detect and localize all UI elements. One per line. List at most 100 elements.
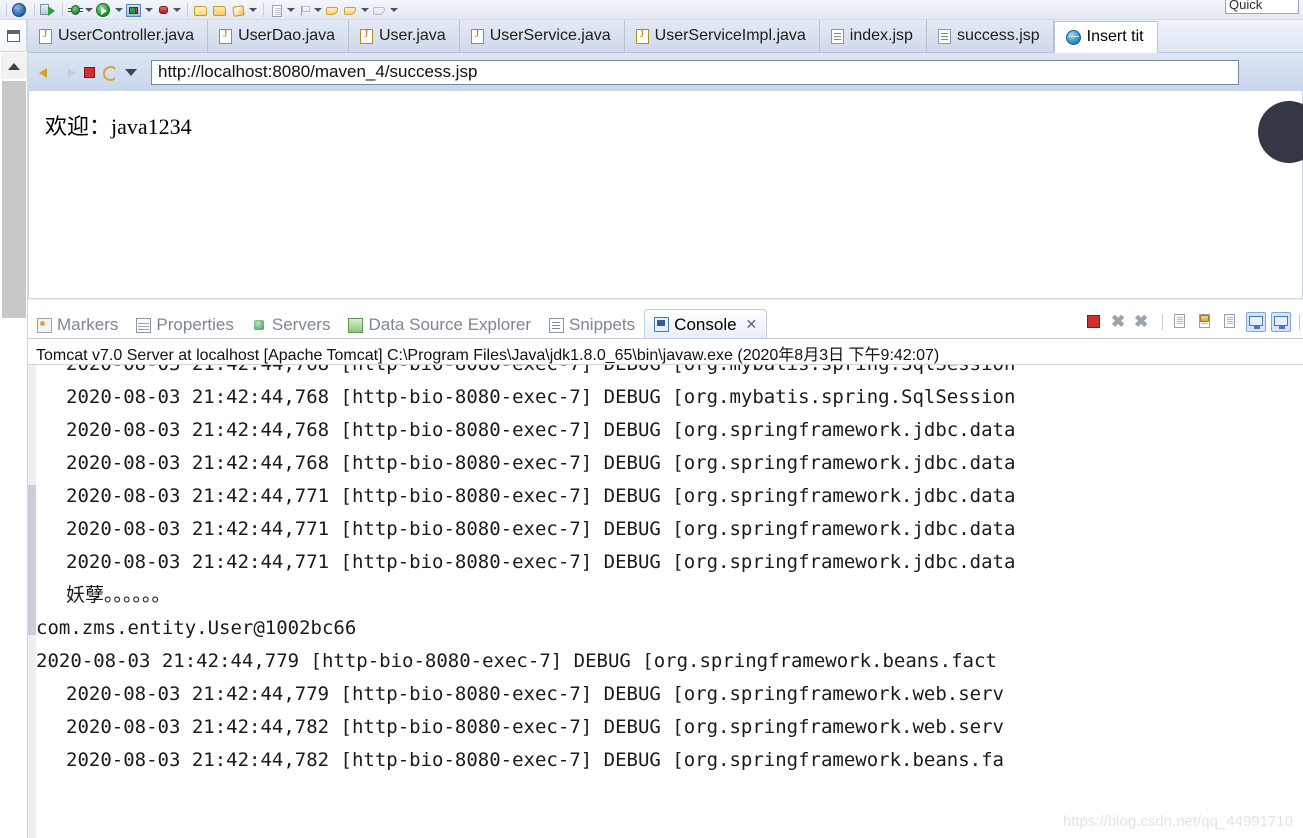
pencil-icon[interactable] bbox=[231, 4, 247, 18]
editor-tab-userserviceimpl[interactable]: UserServiceImpl.java bbox=[625, 20, 820, 52]
editor-tab-label: success.jsp bbox=[957, 27, 1040, 45]
document-icon[interactable] bbox=[269, 4, 285, 18]
callout-right-icon[interactable] bbox=[343, 4, 359, 18]
markers-icon bbox=[37, 318, 52, 333]
editor-tab-success-jsp[interactable]: success.jsp bbox=[927, 20, 1054, 52]
scroll-lock-button[interactable] bbox=[1196, 312, 1216, 332]
chevron-up-icon bbox=[8, 63, 20, 70]
data-source-icon bbox=[348, 318, 363, 333]
remove-launch-button[interactable]: ✖ bbox=[1109, 312, 1129, 332]
restore-icon bbox=[7, 30, 20, 42]
callout-left-icon[interactable] bbox=[325, 4, 341, 18]
editor-tab-userdao[interactable]: UserDao.java bbox=[208, 20, 349, 52]
debug-icon[interactable] bbox=[12, 2, 29, 18]
editor-tab-index-jsp[interactable]: index.jsp bbox=[820, 20, 927, 52]
editor-tab-usercontroller[interactable]: UserController.java bbox=[28, 20, 208, 52]
chevron-down-icon[interactable] bbox=[313, 2, 322, 18]
back-icon[interactable] bbox=[38, 64, 54, 80]
java-file-icon bbox=[39, 29, 52, 44]
toolbar-separator bbox=[34, 3, 35, 17]
console-line: com.zms.entity.User@1002bc66 bbox=[28, 612, 1303, 645]
editor-tab-label: UserController.java bbox=[58, 27, 194, 45]
editor-tab-label: UserServiceImpl.java bbox=[655, 27, 806, 45]
view-divider bbox=[28, 338, 1303, 339]
bug-icon[interactable] bbox=[68, 3, 83, 17]
toolbar-separator bbox=[187, 3, 188, 17]
forward-icon[interactable] bbox=[61, 64, 77, 80]
view-tab-label: Snippets bbox=[569, 315, 635, 335]
console-line: 2020-08-03 21:42:44,768 [http-bio-8080-e… bbox=[28, 381, 1303, 414]
editor-tab-label: index.jsp bbox=[850, 27, 913, 45]
console-icon bbox=[654, 317, 669, 332]
chevron-down-icon[interactable] bbox=[248, 2, 257, 18]
chevron-down-icon[interactable] bbox=[172, 2, 181, 18]
run-as-icon[interactable] bbox=[96, 2, 113, 18]
external-tools-icon[interactable] bbox=[126, 2, 143, 18]
chevron-down-icon[interactable] bbox=[114, 2, 123, 18]
chevron-down-icon[interactable] bbox=[286, 2, 295, 18]
word-wrap-button[interactable] bbox=[1221, 312, 1241, 332]
chevron-down-icon[interactable] bbox=[360, 2, 369, 18]
console-line: 2020-08-03 21:42:44,768 [http-bio-8080-e… bbox=[28, 447, 1303, 480]
callout-grey-icon[interactable] bbox=[372, 4, 388, 18]
toolbar-separator bbox=[1162, 314, 1163, 330]
view-tab-properties[interactable]: Properties bbox=[127, 311, 242, 339]
run-icon[interactable] bbox=[40, 2, 57, 18]
view-tab-data-source-explorer[interactable]: Data Source Explorer bbox=[339, 311, 540, 339]
collapse-toggle[interactable] bbox=[1, 53, 27, 79]
java-file-icon bbox=[636, 29, 649, 44]
view-tab-console[interactable]: Console ✕ bbox=[644, 309, 767, 339]
console-line: 2020-08-03 21:42:44,771 [http-bio-8080-e… bbox=[28, 546, 1303, 579]
stop-icon[interactable] bbox=[84, 67, 95, 78]
console-line: 2020-08-03 21:42:44,771 [http-bio-8080-e… bbox=[28, 480, 1303, 513]
java-file-icon bbox=[219, 29, 232, 44]
url-input[interactable]: http://localhost:8080/maven_4/success.js… bbox=[151, 60, 1239, 85]
refresh-icon[interactable] bbox=[102, 65, 117, 80]
servers-icon bbox=[252, 318, 267, 333]
view-tab-servers[interactable]: Servers bbox=[243, 311, 340, 339]
view-tab-markers[interactable]: Markers bbox=[28, 311, 127, 339]
console-line: 2020-08-03 21:42:44,782 [http-bio-8080-e… bbox=[28, 744, 1303, 777]
ant-build-icon[interactable] bbox=[156, 3, 171, 17]
jsp-file-icon bbox=[938, 29, 951, 44]
open-resource-icon[interactable] bbox=[193, 4, 210, 18]
toolbar-separator bbox=[6, 3, 7, 17]
view-tab-label: Markers bbox=[57, 315, 118, 335]
jsp-file-icon bbox=[831, 29, 844, 44]
console-scrollbar[interactable] bbox=[28, 365, 36, 838]
chevron-down-icon[interactable] bbox=[144, 2, 153, 18]
editor-tab-label: User.java bbox=[379, 27, 446, 45]
chevron-down-icon[interactable] bbox=[84, 2, 93, 18]
internal-browser: http://localhost:8080/maven_4/success.js… bbox=[28, 53, 1303, 299]
console-line: 妖孽。。。。。。 bbox=[28, 579, 1303, 612]
terminate-button[interactable] bbox=[1084, 312, 1104, 332]
restore-view-button[interactable] bbox=[0, 20, 27, 52]
toolbar-separator bbox=[62, 3, 63, 17]
remove-all-terminated-button[interactable]: ✖ bbox=[1134, 312, 1154, 332]
view-rail[interactable] bbox=[2, 81, 26, 318]
view-tab-snippets[interactable]: Snippets bbox=[540, 311, 644, 339]
console-launch-title: Tomcat v7.0 Server at localhost [Apache … bbox=[36, 341, 939, 365]
view-tab-label: Data Source Explorer bbox=[368, 315, 531, 335]
editor-tab-insert-title[interactable]: Insert tit bbox=[1054, 21, 1158, 53]
console-scrollbar-thumb[interactable] bbox=[28, 485, 36, 635]
console-line: 2020-08-03 21:42:44,768 [http-bio-8080-e… bbox=[28, 414, 1303, 447]
flag-icon[interactable] bbox=[298, 4, 312, 18]
console-line: 2020-08-03 21:42:44,779 [http-bio-8080-e… bbox=[28, 645, 1303, 678]
quick-access-field[interactable]: Quick bbox=[1225, 0, 1299, 14]
console-output[interactable]: 2020-08-03 21:42:44,768 [http-bio-8080-e… bbox=[28, 365, 1303, 838]
close-icon[interactable]: ✕ bbox=[746, 316, 758, 333]
display-selected-console-button[interactable] bbox=[1271, 312, 1291, 332]
pin-console-button[interactable] bbox=[1246, 312, 1266, 332]
editor-tab-user[interactable]: User.java bbox=[349, 20, 460, 52]
folder-icon[interactable] bbox=[212, 4, 229, 18]
bottom-view-panel: Markers Properties Servers Data Source E… bbox=[28, 300, 1303, 838]
view-tab-label: Console bbox=[674, 315, 736, 335]
console-line: 2020-08-03 21:42:44,779 [http-bio-8080-e… bbox=[28, 678, 1303, 711]
chevron-down-icon[interactable] bbox=[125, 69, 137, 76]
editor-tab-userservice[interactable]: UserService.java bbox=[460, 20, 625, 52]
chevron-down-icon[interactable] bbox=[389, 2, 398, 18]
clear-console-button[interactable] bbox=[1171, 312, 1191, 332]
properties-icon bbox=[136, 318, 151, 333]
browser-page: 欢迎：java1234 bbox=[28, 91, 1303, 299]
